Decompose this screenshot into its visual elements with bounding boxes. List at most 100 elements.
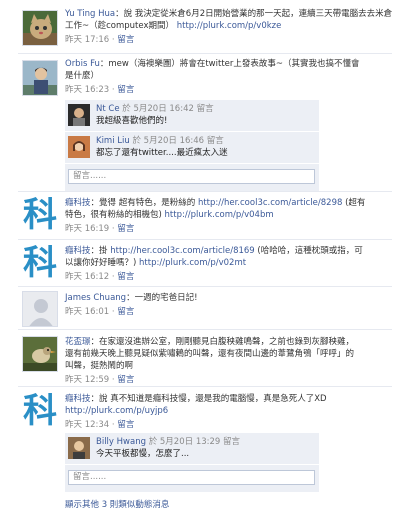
status-text-cont: 以讓你好好睡嗎？) [65,258,137,268]
meta-separator: · [111,420,115,430]
comment-list: Nt Ce 於 5月20日 16:42 留言 我超級喜歡他們的! Kimi Li… [65,100,319,191]
commenter-photo-icon [68,437,90,459]
status-text: ：mew（海襖樂團）將會在twitter上發表故事~（其實我也搞不懂會 [99,59,360,69]
author-name[interactable]: James Chuang [65,293,126,303]
status-text: ：說 真不知道是癮科技慢，還是我的電腦慢，真是急死人了XD [90,394,327,404]
comment-meta: 於 5月20日 13:29 留言 [148,437,241,447]
comment-action[interactable]: 留言 [117,35,134,45]
divider [18,386,392,387]
comment-body: 我超級喜歡他們的! [96,116,168,126]
person-photo-icon [23,61,57,95]
divider [18,53,392,54]
cool3c-logo-icon: 科 [23,393,57,429]
meta-separator: · [111,375,115,385]
commenter-name[interactable]: Nt Ce [96,104,120,114]
article-link[interactable]: http://her.cool3c.com/article/8298 [198,198,342,208]
author-name[interactable]: 癮科技 [65,394,91,404]
status-text: ：在家還沒進辦公室，剛剛聽見白腹秧雞鳴聲，之前也錄到灰腳秧雞， [90,337,355,347]
news-feed: Yu Ting Hua：說 我決定從米倉6月2日開始營業的那一天起，連續三天帶電… [0,0,400,515]
timestamp: 昨天 16:12 [65,272,110,282]
avatar[interactable] [22,336,58,372]
comment-action[interactable]: 留言 [117,420,134,430]
cool3c-logo-icon: 科 [23,245,57,281]
avatar[interactable] [22,291,58,327]
comment-input[interactable]: 留言...... [68,169,315,184]
comment-box: 留言...... [65,164,319,191]
meta-separator: · [111,272,115,282]
comment-action[interactable]: 留言 [117,375,134,385]
feed-story: 科 癮科技：掛 http://her.cool3c.com/article/81… [0,243,400,285]
avatar[interactable]: 科 [22,245,58,281]
commenter-avatar[interactable] [68,136,90,158]
timestamp: 昨天 16:19 [65,224,110,234]
plurk-link[interactable]: http://plurk.com/p/v04bm [165,210,274,220]
divider [18,286,392,287]
timestamp: 昨天 12:34 [65,420,110,430]
author-name[interactable]: 癮科技 [65,246,91,256]
meta-separator: · [111,224,115,234]
comment-body: 今天平板都慢，怎麼了... [96,449,190,459]
avatar[interactable] [22,60,58,96]
status-text-cont: 是什麼） [65,71,100,81]
timestamp: 昨天 12:59 [65,375,110,385]
status-text-after: (超有 [345,198,366,208]
timestamp: 昨天 16:01 [65,307,110,317]
avatar[interactable]: 科 [22,393,58,429]
timestamp: 昨天 17:16 [65,35,110,45]
commenter-photo-icon [68,104,90,126]
comment-item: Billy Hwang 於 5月20日 13:29 留言 今天平板都慢，怎麼了.… [65,433,319,465]
comment-body: 都忘了還有twitter....最近瘋太入迷 [96,148,228,158]
comment-box: 留言...... [65,465,319,492]
status-text: ：掛 [90,246,108,256]
comment-action[interactable]: 留言 [117,272,134,282]
plurk-link[interactable]: http://plurk.com/p/v02mt [139,258,246,268]
meta-separator: · [111,307,115,317]
meta-separator: · [111,35,115,45]
meta-separator: · [111,85,115,95]
plurk-link[interactable]: http://plurk.com/p/v0kze [177,21,282,31]
comment-input[interactable]: 留言...... [68,470,315,485]
comment-action[interactable]: 留言 [117,307,134,317]
author-name[interactable]: Orbis Fu [65,59,100,69]
status-text-cont2: 叫聲，挺熱鬧的啊 [65,361,134,371]
comment-meta: 於 5月20日 16:46 留言 [132,136,224,146]
show-more-link[interactable]: 顯示其他 3 則類似動態消息 [65,498,169,510]
feed-story: 科 癮科技：說 真不知道是癮科技慢，還是我的電腦慢，真是急死人了XD http:… [0,391,400,492]
default-avatar-icon [23,292,57,326]
comment-action[interactable]: 留言 [117,85,134,95]
cat-avatar-icon [23,11,57,45]
status-text-cont: 特色，很有粉絲的相機包) [65,210,162,220]
avatar[interactable] [22,10,58,46]
divider [18,329,392,330]
divider [18,239,392,240]
divider [18,191,392,192]
comment-item: Kimi Liu 於 5月20日 16:46 留言 都忘了還有twitter..… [65,132,319,164]
author-name[interactable]: Yu Ting Hua [65,9,115,19]
comment-action[interactable]: 留言 [117,224,134,234]
status-text: ：一週的宅爸日記! [126,293,198,303]
comment-item: Nt Ce 於 5月20日 16:42 留言 我超級喜歡他們的! [65,100,319,132]
plurk-link[interactable]: http://plurk.com/p/uyjp6 [65,406,168,416]
avatar[interactable]: 科 [22,197,58,233]
feed-story: James Chuang：一週的宅爸日記! 昨天 16:01 · 留言 [0,290,400,328]
status-text-cont: 工作~（趁computex期間） [65,21,175,31]
bird-photo-icon [23,337,57,371]
comment-list: Billy Hwang 於 5月20日 13:29 留言 今天平板都慢，怎麼了.… [65,433,319,492]
commenter-avatar[interactable] [68,104,90,126]
status-text-cont: 還有前幾天晚上聽見疑似紫嘯鶇的叫聲，還有夜間山邊的葦鷺角鴞「呼呼」的 [65,349,355,359]
status-text: ：說 我決定從米倉6月2日開始營業的那一天起，連續三天帶電腦去去米倉 [115,9,393,19]
article-link[interactable]: http://her.cool3c.com/article/8169 [110,246,254,256]
feed-story: 科 癮科技：覺得 超有特色，是粉絲的 http://her.cool3c.com… [0,195,400,237]
commenter-name[interactable]: Kimi Liu [96,136,130,146]
author-name[interactable]: 癮科技 [65,198,91,208]
commenter-photo-icon [68,136,90,158]
timestamp: 昨天 16:23 [65,85,110,95]
feed-story: Orbis Fu：mew（海襖樂團）將會在twitter上發表故事~（其實我也搞… [0,58,400,191]
commenter-name[interactable]: Billy Hwang [96,437,146,447]
commenter-avatar[interactable] [68,437,90,459]
status-text: ：覺得 超有特色，是粉絲的 [90,198,196,208]
cool3c-logo-icon: 科 [23,197,57,233]
author-name[interactable]: 花盃璟 [65,337,91,347]
comment-meta: 於 5月20日 16:42 留言 [122,104,214,114]
feed-story: Yu Ting Hua：說 我決定從米倉6月2日開始營業的那一天起，連續三天帶電… [0,6,400,50]
